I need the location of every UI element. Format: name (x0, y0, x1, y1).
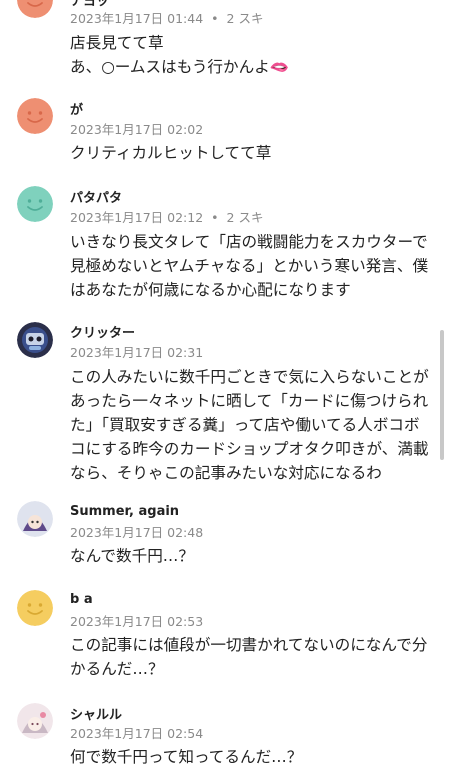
smiley-avatar-icon (17, 98, 53, 134)
comment-meta: 2023年1月17日 01:44 • 2 スキ (70, 8, 263, 27)
comment-line: 何で数千円って知ってるんだ…？ (70, 748, 303, 766)
avatar[interactable] (17, 703, 53, 739)
photo-avatar-icon (17, 501, 53, 537)
comment-line: あったら一々ネットに晒して「カードに傷つけられ (70, 392, 429, 410)
comment-meta: 2023年1月17日 02:02 (70, 119, 203, 138)
comment-line: この記事には値段が一切書かれてないのになんで分 (70, 636, 428, 654)
avatar[interactable] (17, 98, 53, 134)
comment-date: 2023年1月17日 02:12 (70, 210, 204, 225)
smiley-avatar-icon (17, 590, 53, 626)
comment-meta: 2023年1月17日 02:54 (70, 723, 203, 742)
scrollbar[interactable] (440, 330, 444, 460)
comment-date: 2023年1月17日 01:44 (70, 11, 204, 26)
comment-body: 店長見てて草 あ、○ームスはもう行かんよ🫦 (70, 31, 432, 79)
comment-line: 見極めないとヤムチャなる」とかいう寒い発言、僕 (70, 257, 429, 275)
comment-body: なんで数千円…？ (70, 544, 432, 568)
avatar[interactable] (17, 322, 53, 358)
comment-date: 2023年1月17日 02:54 (70, 726, 204, 741)
comment-list: ナヨッ 2023年1月17日 01:44 • 2 スキ 店長見てて草 あ、○ームスは… (0, 0, 450, 783)
comment-body: この記事には値段が一切書かれてないのになんで分 かるんだ…？ (70, 633, 432, 681)
comment-line: 店長見てて草 (70, 34, 164, 52)
separator-dot: • (211, 11, 219, 26)
comment-line: クリティカルヒットしてて草 (70, 144, 272, 162)
separator-dot: • (211, 210, 219, 225)
comment-line: あ、○ームスはもう行かんよ🫦 (70, 58, 290, 76)
comment-meta: 2023年1月17日 02:31 (70, 342, 203, 361)
comment-meta: 2023年1月17日 02:53 (70, 611, 203, 630)
comment-line: た」「買取安すぎる糞」って店や働いてる人ボコボ (70, 416, 420, 434)
photo-avatar-icon (17, 703, 53, 739)
smiley-avatar-icon (17, 186, 53, 222)
comment-line: はあなたが何歳になるか心配になります (70, 281, 351, 299)
comment-meta: 2023年1月17日 02:12 • 2 スキ (70, 207, 263, 226)
comment-author[interactable]: クリッター (70, 322, 135, 341)
comment-line: コにする昨今のカードショップオタク叩きが、満載 (70, 440, 429, 458)
comment-body: 何で数千円って知ってるんだ…？ (70, 745, 432, 769)
comment-line: なら、そりゃこの記事みたいな対応になるわ (70, 464, 382, 482)
comment-date: 2023年1月17日 02:31 (70, 345, 204, 360)
comment-body: この人みたいに数千円ごときで気に入らないことが あったら一々ネットに晒して「カー… (70, 365, 432, 485)
comment-date: 2023年1月17日 02:02 (70, 122, 204, 137)
avatar[interactable] (17, 0, 53, 18)
comment-line: いきなり長文タレて「店の戦闘能力をスカウターで (70, 233, 428, 251)
comment-body: クリティカルヒットしてて草 (70, 141, 432, 165)
comment-author[interactable]: Summer, again (70, 504, 179, 519)
avatar[interactable] (17, 590, 53, 626)
comment-author[interactable]: シャルル (70, 704, 122, 723)
comment-author[interactable]: b a (70, 592, 93, 607)
comment-date: 2023年1月17日 02:48 (70, 525, 204, 540)
comment-line: なんで数千円…？ (70, 547, 194, 565)
smiley-avatar-icon (17, 0, 53, 18)
comment-line: かるんだ…？ (70, 660, 164, 678)
comment-line: この人みたいに数千円ごときで気に入らないことが (70, 368, 429, 386)
like-count[interactable]: 2 スキ (227, 11, 264, 26)
comment-author[interactable]: パタパタ (70, 187, 122, 206)
comment-author[interactable]: が (70, 99, 83, 118)
photo-avatar-icon (17, 322, 53, 358)
comment-body: いきなり長文タレて「店の戦闘能力をスカウターで 見極めないとヤムチャなる」とかい… (70, 230, 432, 302)
comment-date: 2023年1月17日 02:53 (70, 614, 204, 629)
avatar[interactable] (17, 186, 53, 222)
like-count[interactable]: 2 スキ (227, 210, 264, 225)
avatar[interactable] (17, 501, 53, 537)
comment-meta: 2023年1月17日 02:48 (70, 522, 203, 541)
